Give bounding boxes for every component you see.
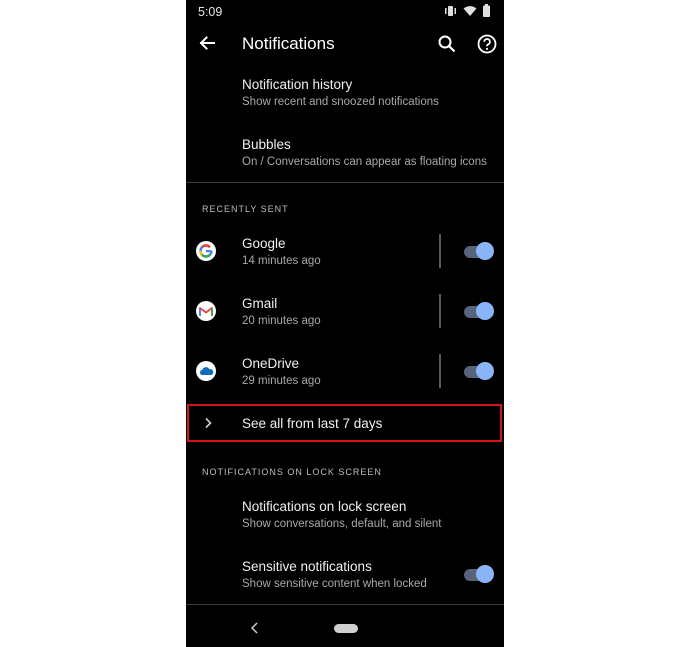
- bubbles-item[interactable]: Bubbles On / Conversations can appear as…: [242, 137, 500, 177]
- section-header-lock-screen: NOTIFICATIONS ON LOCK SCREEN: [202, 467, 382, 477]
- gmail-toggle[interactable]: [464, 301, 494, 323]
- page-title: Notifications: [242, 34, 335, 53]
- onedrive-toggle[interactable]: [464, 361, 494, 383]
- notification-history-title: Notification history: [242, 77, 353, 92]
- status-time: 5:09: [198, 5, 223, 19]
- app-row-onedrive[interactable]: OneDrive 29 minutes ago: [242, 356, 422, 392]
- sensitive-notifications-item[interactable]: Sensitive notifications Show sensitive c…: [242, 559, 442, 599]
- lock-screen-subtitle: Show conversations, default, and silent: [242, 518, 442, 530]
- search-icon[interactable]: [436, 33, 458, 55]
- section-header-recently-sent: RECENTLY SENT: [202, 204, 289, 214]
- highlight-box: [187, 404, 502, 442]
- help-icon[interactable]: [476, 33, 498, 55]
- notification-history-item[interactable]: Notification history Show recent and sno…: [242, 77, 492, 117]
- app-row-google[interactable]: Google 14 minutes ago: [242, 236, 422, 272]
- lock-screen-item[interactable]: Notifications on lock screen Show conver…: [242, 499, 492, 539]
- bubbles-title: Bubbles: [242, 137, 291, 152]
- vertical-divider: [439, 234, 441, 268]
- nav-back-icon[interactable]: [248, 621, 262, 635]
- app-time: 14 minutes ago: [242, 255, 321, 267]
- onedrive-icon: [196, 361, 216, 381]
- nav-home-pill[interactable]: [334, 624, 358, 633]
- status-icons: [444, 4, 490, 17]
- app-name: Gmail: [242, 296, 278, 311]
- sensitive-notifications-title: Sensitive notifications: [242, 559, 372, 574]
- google-icon: [196, 241, 216, 261]
- wifi-icon: [463, 5, 477, 16]
- notification-history-subtitle: Show recent and snoozed notifications: [242, 96, 439, 108]
- sensitive-notifications-toggle[interactable]: [464, 564, 494, 586]
- phone-screen: 5:09 Notifications Notification history …: [186, 0, 504, 647]
- google-toggle[interactable]: [464, 241, 494, 263]
- lock-screen-title: Notifications on lock screen: [242, 499, 407, 514]
- app-time: 29 minutes ago: [242, 375, 321, 387]
- divider: [186, 604, 504, 605]
- vibrate-icon: [445, 5, 456, 16]
- app-time: 20 minutes ago: [242, 315, 321, 327]
- divider: [186, 182, 504, 183]
- back-arrow-icon[interactable]: [196, 32, 218, 54]
- bubbles-subtitle: On / Conversations can appear as floatin…: [242, 156, 487, 168]
- app-name: Google: [242, 236, 286, 251]
- battery-icon: [483, 4, 490, 17]
- sensitive-notifications-subtitle: Show sensitive content when locked: [242, 578, 427, 590]
- vertical-divider: [439, 354, 441, 388]
- app-name: OneDrive: [242, 356, 300, 371]
- app-row-gmail[interactable]: Gmail 20 minutes ago: [242, 296, 422, 332]
- gmail-icon: [196, 301, 216, 321]
- vertical-divider: [439, 294, 441, 328]
